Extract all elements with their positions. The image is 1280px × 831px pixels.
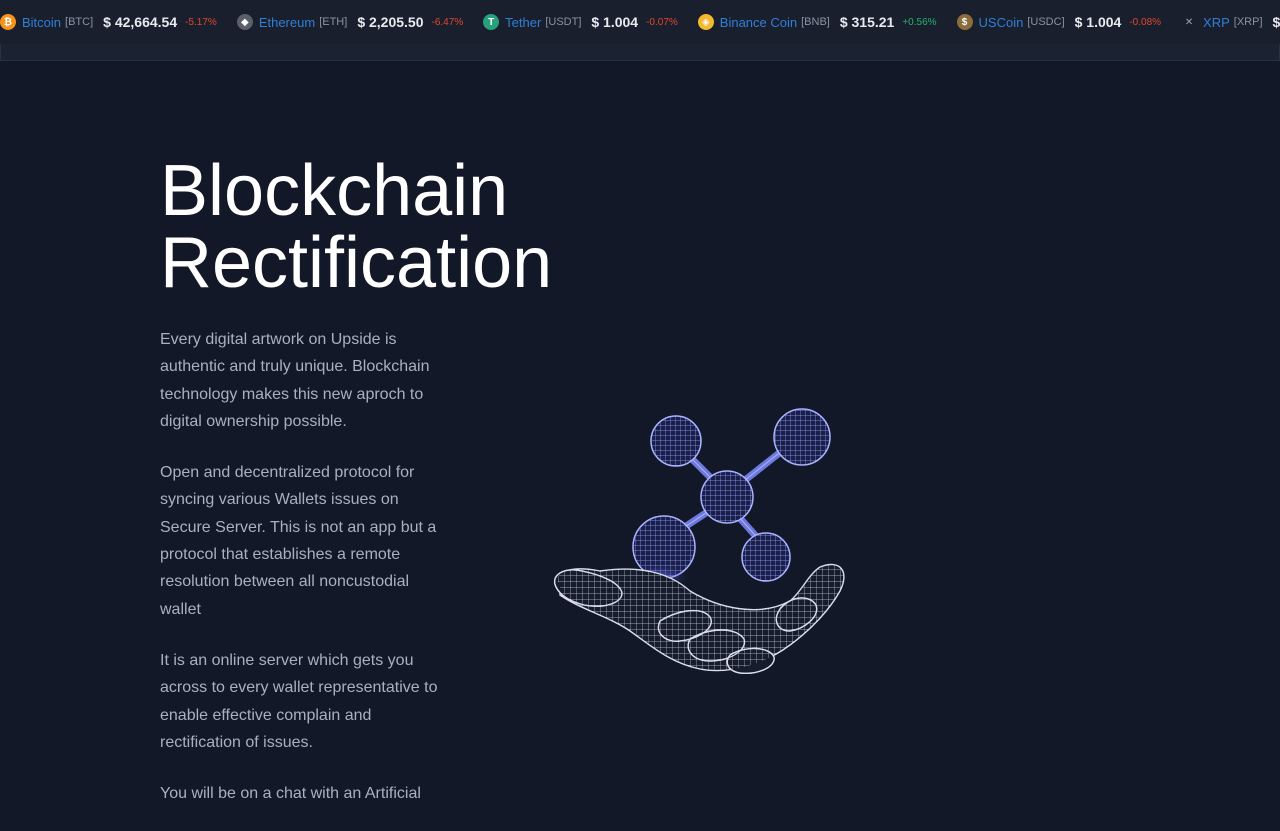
intro-text: Every digital artwork on Upside is authe… (160, 326, 450, 831)
ticker-coin[interactable]: ◈ Binance Coin [BNB] $ 315.21 +0.56% (698, 0, 937, 44)
page-title: Blockchain Rectification (160, 155, 552, 299)
coin-change: -0.08% (1129, 17, 1161, 28)
bitcoin-icon: ₿ (0, 14, 16, 30)
coin-change: -6.47% (431, 17, 463, 28)
coin-symbol: [XRP] (1234, 16, 1263, 28)
coin-name-link[interactable]: Ethereum (259, 15, 315, 30)
coin-symbol: [USDT] (545, 16, 581, 28)
page-title-line-1: Blockchain (160, 155, 552, 227)
intro-paragraph: Every digital artwork on Upside is authe… (160, 326, 450, 435)
coin-name-link[interactable]: Bitcoin (22, 15, 61, 30)
tether-icon: T (483, 14, 499, 30)
uscoin-icon: $ (957, 14, 973, 30)
ticker-coin[interactable]: ◆ Ethereum [ETH] $ 2,205.50 -6.47% (237, 0, 463, 44)
ticker-coin[interactable]: ✕ XRP [XRP] $ (1181, 0, 1280, 44)
coin-name-link[interactable]: Binance Coin (720, 15, 797, 30)
coin-change: +0.56% (902, 17, 936, 28)
coin-price: $ 1.004 (1075, 14, 1122, 30)
intro-paragraph: You will be on a chat with an Artificial (160, 780, 450, 807)
ticker-coin[interactable]: $ USCoin[USDC] $ 1.004 -0.08% (957, 0, 1161, 44)
coin-name-link[interactable]: USCoin (979, 15, 1024, 30)
coin-price: $ (1273, 14, 1280, 30)
ticker-coin[interactable]: T Tether [USDT] $ 1.004 -0.07% (483, 0, 678, 44)
ticker-subbar (0, 44, 1280, 61)
intro-paragraph: Open and decentralized protocol for sync… (160, 459, 450, 623)
ticker-track: ₿ Bitcoin [BTC] $ 42,664.54 -5.17% ◆ Ethereum [… (0, 0, 1280, 44)
binance-icon: ◈ (698, 14, 714, 30)
ethereum-icon: ◆ (237, 14, 253, 30)
coin-symbol: [ETH] (319, 16, 347, 28)
coin-name-link[interactable]: Tether (505, 15, 541, 30)
page-title-line-2: Rectification (160, 227, 552, 299)
hand-holding-molecule-icon (540, 395, 860, 685)
coin-symbol: [BTC] (65, 16, 93, 28)
xrp-icon: ✕ (1181, 14, 1197, 30)
coin-symbol: [USDC] (1027, 16, 1064, 28)
crypto-price-ticker: ₿ Bitcoin [BTC] $ 42,664.54 -5.17% ◆ Ethereum [… (0, 0, 1280, 45)
coin-price: $ 1.004 (591, 14, 638, 30)
ticker-coin[interactable]: ₿ Bitcoin [BTC] $ 42,664.54 -5.17% (0, 0, 217, 44)
coin-name-link[interactable]: XRP (1203, 15, 1230, 30)
coin-price: $ 315.21 (840, 14, 895, 30)
coin-change: -5.17% (185, 17, 217, 28)
coin-symbol: [BNB] (801, 16, 830, 28)
coin-price: $ 42,664.54 (103, 14, 177, 30)
coin-change: -0.07% (646, 17, 678, 28)
hand-molecule-illustration (540, 395, 860, 685)
intro-paragraph: It is an online server which gets you ac… (160, 647, 450, 756)
coin-price: $ 2,205.50 (357, 14, 423, 30)
